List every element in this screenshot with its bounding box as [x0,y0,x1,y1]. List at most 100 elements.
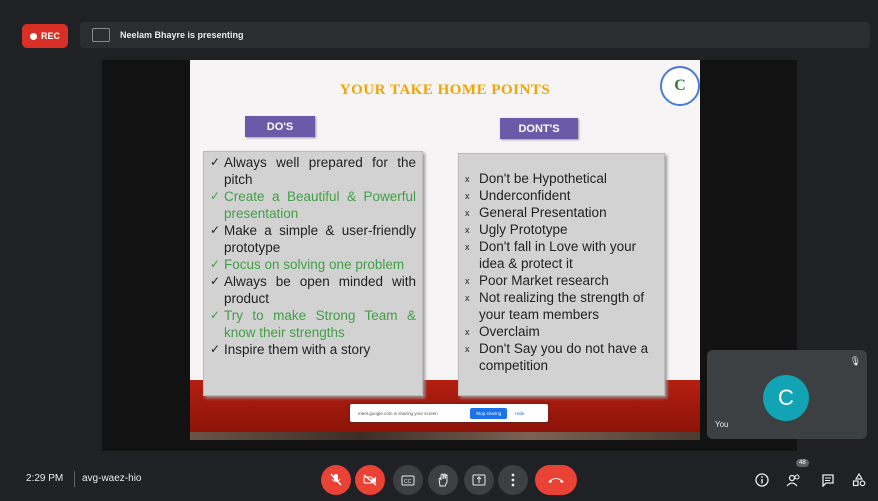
dos-item: ✓ Always well prepared for the pitch [204,154,422,188]
self-label: You [715,420,729,429]
more-options-button[interactable] [498,465,528,495]
recording-badge: REC [22,24,68,48]
camera-toggle-button[interactable] [355,465,385,495]
dos-header: DO'S [245,116,315,137]
dos-item: ✓ Try to make Strong Team & know their st… [204,307,422,341]
present-screen-icon [472,474,486,486]
donts-item: x Underconfident [459,187,664,204]
dos-item: ✓ Create a Beautiful & Powerful presentat… [204,188,422,222]
cross-icon: x [465,293,470,303]
cross-icon: x [465,191,470,201]
donts-item-text: Don't Say you do not have a competition [479,341,649,373]
dos-item-text: Make a simple & user-friendly prototype [224,223,416,255]
cross-icon: x [465,327,470,337]
donts-item: x Ugly Prototype [459,221,664,238]
share-message: meet.google.com is sharing your screen [358,410,438,416]
chat-icon [822,474,834,487]
bottom-bar: 2:29 PM avg-waez-hio CC 48 [0,458,878,501]
check-icon: ✓ [210,308,221,322]
shared-slide: YOUR TAKE HOME POINTS C DO'S DONT'S ✓ Alw… [190,60,700,440]
stop-sharing-button[interactable]: Stop sharing [470,407,508,419]
check-icon: ✓ [210,155,221,169]
screen-share-notice: meet.google.com is sharing your screen S… [350,404,548,422]
dos-item-text: Always well prepared for the pitch [224,155,416,187]
cross-icon: x [465,344,470,354]
present-button[interactable] [464,465,494,495]
dos-item: ✓ Make a simple & user-friendly prototype [204,222,422,256]
people-icon [786,474,800,487]
recording-label: REC [40,31,60,41]
donts-item: x Don't be Hypothetical [459,170,664,187]
avatar: C [763,375,809,421]
mic-toggle-button[interactable] [321,465,351,495]
activities-button[interactable] [849,470,869,490]
donts-item: x Don't Say you do not have a competition [459,340,664,374]
donts-item-text: Overclaim [479,324,540,339]
dos-item-text: Inspire them with a story [224,342,371,357]
dos-item-text: Focus on solving one problem [224,257,405,272]
donts-panel: x Don't be Hypothetical x Underconfident x… [458,153,665,396]
check-icon: ✓ [210,274,221,288]
camera-off-icon [363,474,377,486]
meeting-info-button[interactable] [752,470,772,490]
donts-item-text: Underconfident [479,188,571,203]
cross-icon: x [465,242,470,252]
participants-button[interactable] [784,470,804,490]
divider [74,471,75,487]
cross-icon: x [465,225,470,235]
college-logo: C [660,66,700,106]
donts-item-text: Poor Market research [479,273,609,288]
donts-item: x Not realizing the strength of your team… [459,289,664,323]
donts-item: x Poor Market research [459,272,664,289]
slide-bottom-strip [190,432,700,440]
dos-item: ✓ Inspire them with a story [204,341,422,358]
self-video-tile[interactable]: 🎙 C You [707,350,867,439]
check-icon: ✓ [210,342,221,356]
donts-item: x Overclaim [459,323,664,340]
cross-icon: x [465,276,470,286]
svg-text:CC: CC [404,479,412,485]
cross-icon: x [465,208,470,218]
donts-item-text: Ugly Prototype [479,222,568,237]
presenting-text: Neelam Bhayre is presenting [120,30,244,40]
mic-off-icon: 🎙 [849,356,861,366]
donts-item: x Don't fall in Love with your idea & pro… [459,238,664,272]
end-call-icon [548,478,564,483]
cross-icon: x [465,174,470,184]
dos-item-text: Try to make Strong Team & know their str… [224,308,416,340]
hand-icon [438,473,448,487]
donts-item-text: Don't be Hypothetical [479,171,607,186]
dos-item: ✓ Always be open minded with product [204,273,422,307]
captions-button[interactable]: CC [393,465,423,495]
shapes-icon [852,473,866,487]
dos-panel: ✓ Always well prepared for the pitch ✓ Cre… [203,151,423,396]
logo-letter: C [674,77,686,94]
check-icon: ✓ [210,189,221,203]
mic-off-icon [330,473,342,486]
check-icon: ✓ [210,223,221,237]
more-vert-icon [511,473,515,487]
info-icon [755,473,769,487]
participant-count-badge: 48 [796,459,809,467]
hide-button[interactable]: Hide [515,411,524,416]
top-bar: REC Neelam Bhayre is presenting [0,0,878,58]
leave-call-button[interactable] [535,465,577,495]
donts-item-text: Not realizing the strength of your team … [479,290,645,322]
dos-item: ✓ Focus on solving one problem [204,256,422,273]
record-dot-icon [29,32,37,40]
presenter-avatar [92,28,110,42]
slide-title: YOUR TAKE HOME POINTS [339,82,551,98]
clock: 2:29 PM [26,473,64,484]
donts-item: x General Presentation [459,204,664,221]
meeting-code: avg-waez-hio [82,473,142,484]
dos-item-text: Create a Beautiful & Powerful presentati… [224,189,416,221]
donts-item-text: General Presentation [479,205,607,220]
chat-button[interactable] [818,470,838,490]
captions-icon: CC [401,475,415,485]
check-icon: ✓ [210,257,221,271]
donts-item-text: Don't fall in Love with your idea & prot… [479,239,637,271]
dos-item-text: Always be open minded with product [224,274,416,306]
raise-hand-button[interactable] [428,465,458,495]
presenting-banner: Neelam Bhayre is presenting [80,22,870,48]
donts-header: DONT'S [500,118,578,139]
